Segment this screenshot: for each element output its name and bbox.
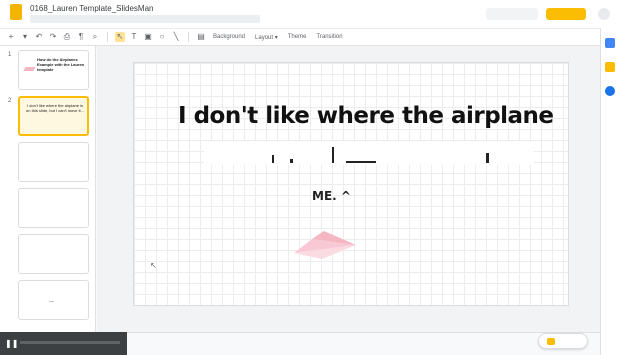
slide-text-line[interactable]: ME. ^ [312,189,351,203]
theme-button[interactable]: Theme [285,34,310,40]
video-progress-bar[interactable] [20,341,120,344]
explore-button[interactable] [538,333,588,349]
select-cursor-icon[interactable]: ↖ [115,32,125,42]
text-fragment [290,159,293,163]
slide-thumbnail-1[interactable]: How do the Airplanes Example with the La… [18,50,89,90]
thumbnail-text: — [49,299,54,305]
paint-format-icon[interactable]: ¶ [76,32,86,42]
line-icon[interactable]: ╲ [171,32,181,42]
transition-button[interactable]: Transition [313,34,345,40]
video-control-bar: ❚❚ [0,332,127,355]
menu-bar[interactable] [30,15,260,23]
calendar-icon[interactable] [605,38,615,48]
slide-thumbnail-2[interactable]: I don't like where the airplane is on th… [18,96,89,136]
slides-app: 0168_Lauren Template_SlidesMan + ▾ ↶ ↷ ⎙… [0,0,620,355]
explore-icon [547,338,555,345]
mouse-cursor-icon: ↖ [150,261,157,270]
thumbnail-text: How do the Airplanes Example with the La… [37,57,85,72]
airplane-icon[interactable] [294,231,358,261]
slides-logo-icon[interactable] [10,4,22,20]
slide-number: 2 [8,98,12,104]
textbox-icon[interactable]: T [129,32,139,42]
slide-number: 1 [8,52,12,58]
toolbar: + ▾ ↶ ↷ ⎙ ¶ ⌕ ↖ T ▣ ○ ╲ ▤ Background Lay… [0,28,600,46]
slide[interactable]: I don't like where the airplane ME. ^ ↖ [133,62,569,306]
new-slide-icon[interactable]: + [6,32,16,42]
undo-icon[interactable]: ↶ [34,32,44,42]
share-button[interactable] [546,8,586,20]
text-fragment [332,147,334,163]
background-button[interactable]: Background [210,34,248,40]
text-fragment [346,161,376,163]
text-fragment [486,153,489,163]
print-icon[interactable]: ⎙ [62,32,72,42]
zoom-icon[interactable]: ⌕ [90,32,100,42]
slide-thumbnail-6[interactable]: — [18,280,89,320]
present-button[interactable] [486,8,538,20]
side-panel [600,28,620,355]
image-icon[interactable]: ▣ [143,32,153,42]
tasks-icon[interactable] [605,86,615,96]
pause-icon[interactable]: ❚❚ [5,339,18,348]
avatar[interactable] [598,8,610,20]
layout-button[interactable]: Layout ▾ [252,34,281,41]
slide-thumbnail-3[interactable] [18,142,89,182]
comment-icon[interactable]: ▤ [196,32,206,42]
slide-filmstrip: 1 How do the Airplanes Example with the … [0,46,96,332]
title-bar: 0168_Lauren Template_SlidesMan [0,0,620,28]
toolbar-divider [188,32,189,42]
slide-title[interactable]: I don't like where the airplane [178,103,558,129]
thumbnail-text: I don't like where the airplane is on th… [26,103,84,113]
speaker-notes[interactable] [127,332,600,355]
document-title[interactable]: 0168_Lauren Template_SlidesMan [30,4,154,13]
slide-thumbnail-4[interactable] [18,188,89,228]
shape-icon[interactable]: ○ [157,32,167,42]
airplane-icon [23,65,37,71]
slide-thumbnail-5[interactable] [18,234,89,274]
toolbar-divider [107,32,108,42]
dropdown-icon[interactable]: ▾ [20,32,30,42]
text-fragment [272,155,274,163]
slide-canvas: I don't like where the airplane ME. ^ ↖ [97,46,600,332]
keep-icon[interactable] [605,62,615,72]
redo-icon[interactable]: ↷ [48,32,58,42]
